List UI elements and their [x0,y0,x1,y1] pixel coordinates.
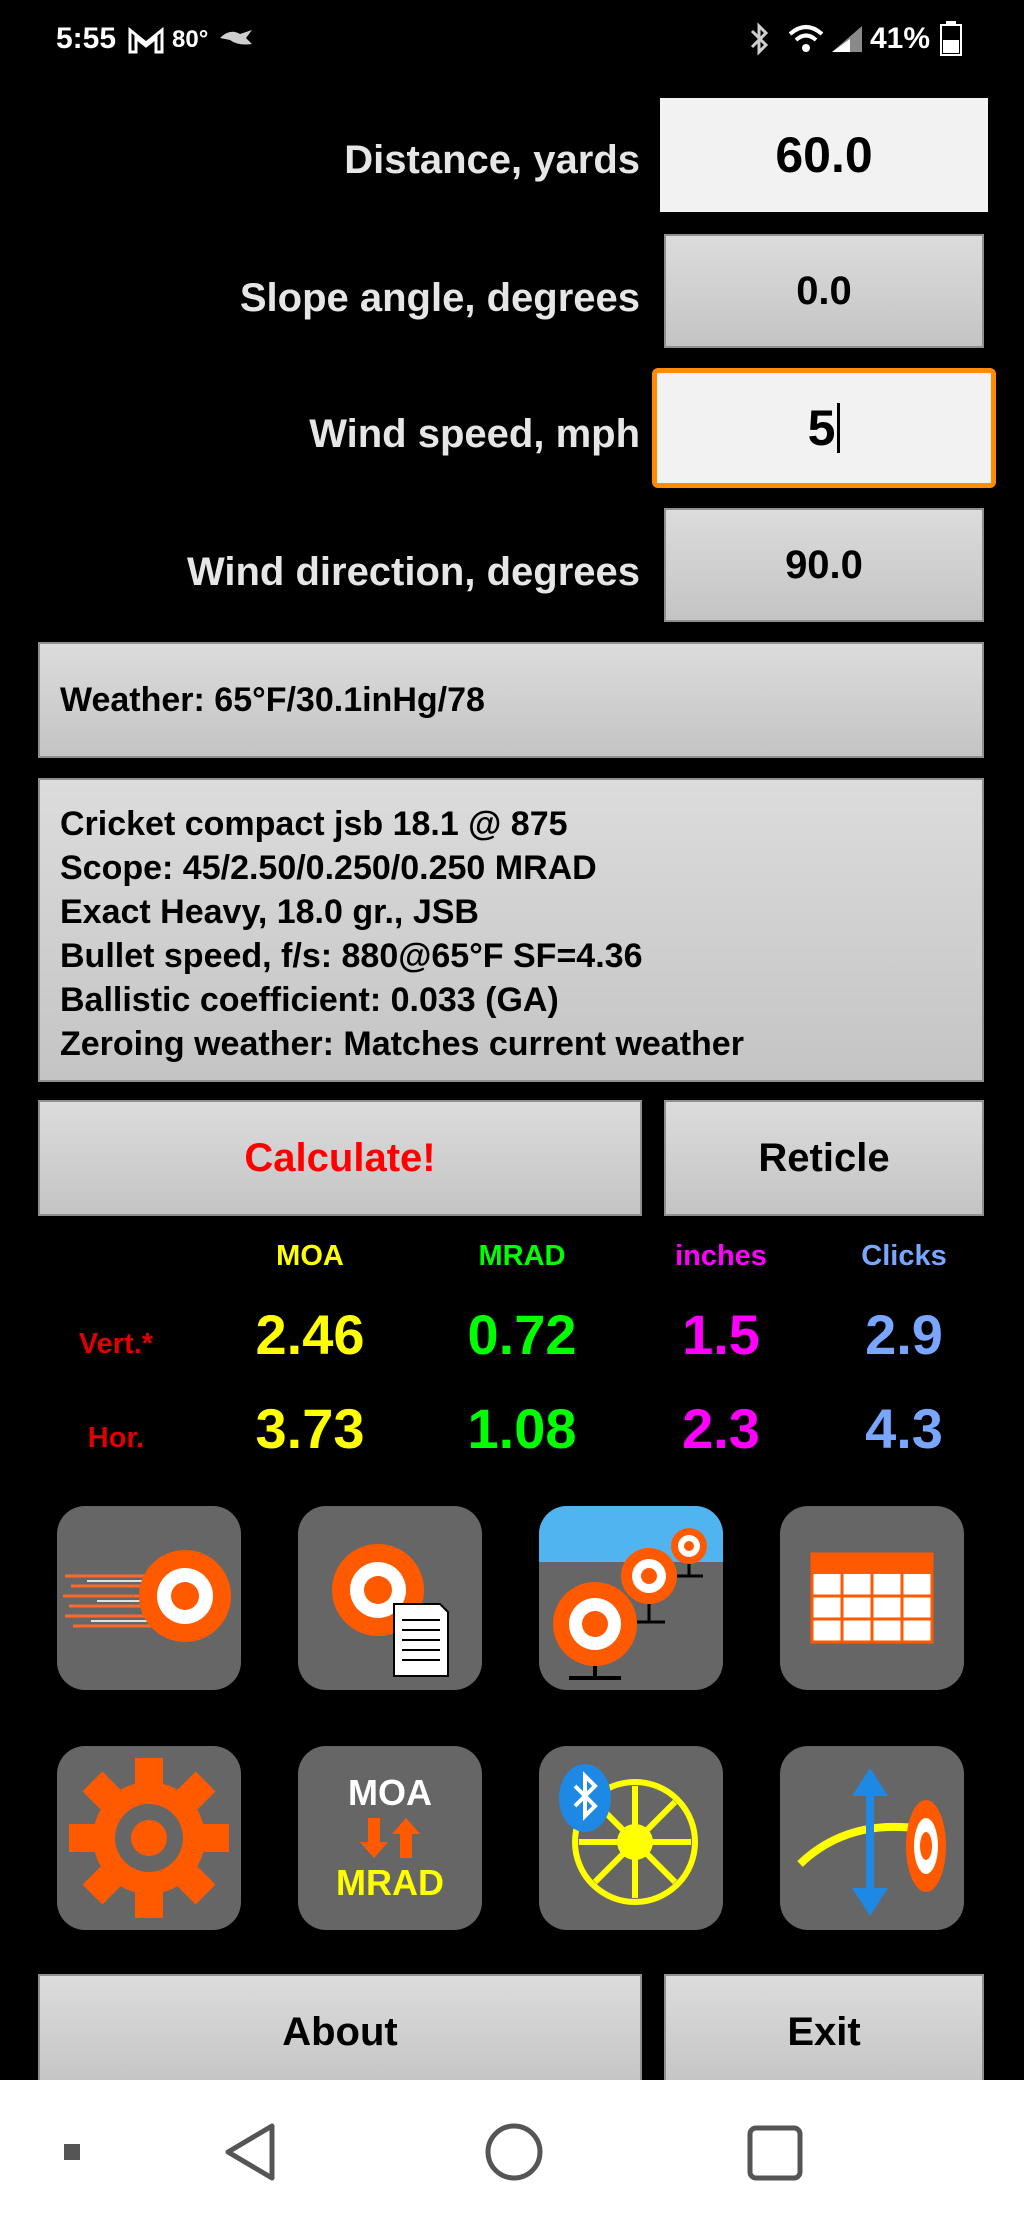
trajectory-tile[interactable] [57,1506,241,1690]
about-button[interactable]: About [38,1974,642,2090]
vert-clicks: 2.9 [865,1303,943,1366]
header-moa: MOA [276,1240,344,1272]
profile-line-bc: Ballistic coefficient: 0.033 (GA) [60,981,559,1019]
weather-meter-tile[interactable] [539,1746,723,1930]
recent-apps-icon[interactable] [746,2124,804,2182]
bullet-target-icon [63,1550,231,1642]
profile-line-pellet: Exact Heavy, 18.0 gr., JSB [60,893,479,931]
settings-tile[interactable] [57,1746,241,1930]
bird-icon [220,30,252,45]
vert-moa: 2.46 [255,1303,365,1366]
hor-inches: 2.3 [682,1397,760,1460]
multi-target-tile[interactable] [539,1506,723,1690]
hor-clicks: 4.3 [865,1397,943,1460]
distance-input[interactable]: 60.0 [660,98,988,212]
calculate-button[interactable]: Calculate! [38,1100,642,1216]
mrad-label: MRAD [336,1862,444,1903]
status-bar: 5:55 80° 41% [0,0,1024,80]
reticle-button[interactable]: Reticle [664,1100,984,1216]
row-label-horizontal: Hor. [87,1422,145,1454]
battery-icon [940,21,962,56]
windage-tile[interactable] [780,1746,964,1930]
profile-panel[interactable]: Cricket compact jsb 18.1 @ 875 Scope: 45… [38,778,984,1082]
bluetooth-icon [750,22,769,56]
wind-speed-value: 5 [807,400,836,456]
profile-line-scope: Scope: 45/2.50/0.250/0.250 MRAD [60,849,597,887]
exit-button[interactable]: Exit [664,1974,984,2090]
status-time: 5:55 [56,22,117,55]
header-clicks: Clicks [861,1240,947,1272]
profile-line-speed: Bullet speed, f/s: 880@65°F SF=4.36 [60,937,643,975]
wind-speed-label: Wind speed, mph [309,412,640,456]
wind-direction-input[interactable]: 90.0 [664,508,984,622]
gmail-icon [128,26,164,54]
status-temperature: 80° [172,26,209,53]
gear-icon [69,1758,229,1918]
home-icon[interactable] [484,2122,544,2182]
distance-label: Distance, yards [344,138,640,182]
row-label-vertical: Vert.* [78,1328,154,1360]
vert-inches: 1.5 [682,1303,760,1366]
table-icon [810,1552,934,1644]
navigation-bar [0,2080,1024,2218]
back-icon[interactable] [222,2122,278,2182]
profile-line-rifle: Cricket compact jsb 18.1 @ 875 [60,805,568,843]
signal-icon [832,26,862,52]
wind-speed-input[interactable]: 5 [652,368,996,488]
profile-line-zeroing: Zeroing weather: Matches current weather [60,1025,744,1063]
hor-mrad: 1.08 [467,1397,577,1460]
targets-range-icon [539,1506,723,1680]
target-document-icon [332,1544,449,1677]
header-mrad: MRAD [478,1240,566,1272]
battery-percent: 41% [870,22,931,55]
text-cursor [837,403,841,453]
slope-label: Slope angle, degrees [239,276,640,320]
moa-mrad-converter-tile[interactable]: MOA MRAD [298,1746,482,1930]
wind-arrow-target-icon [797,1768,946,1916]
hor-moa: 3.73 [255,1397,365,1460]
nav-dot-icon[interactable] [64,2144,80,2160]
slope-input[interactable]: 0.0 [664,234,984,348]
results-table: MOA MRAD inches Clicks Vert.* 2.46 0.72 … [0,1230,1024,1470]
swap-arrows-icon [360,1818,420,1858]
wifi-icon [788,25,824,52]
weather-button[interactable]: Weather: 65°F/30.1inHg/78 [38,642,984,758]
vert-mrad: 0.72 [467,1303,577,1366]
target-report-tile[interactable] [298,1506,482,1690]
moa-label: MOA [348,1772,432,1813]
header-inches: inches [675,1240,767,1272]
wind-direction-label: Wind direction, degrees [186,550,640,594]
anemometer-bluetooth-icon [559,1764,698,1905]
table-tile[interactable] [780,1506,964,1690]
